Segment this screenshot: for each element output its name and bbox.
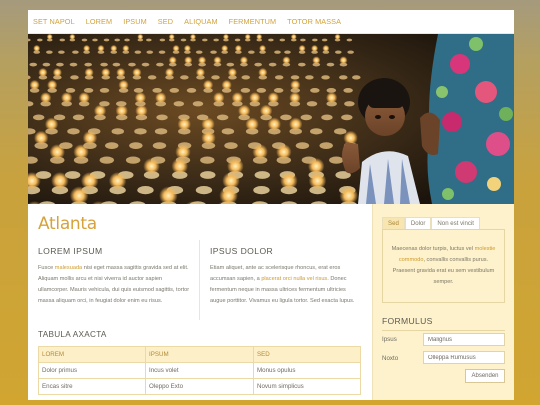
nav-item-ipsum[interactable]: IPSUM (123, 17, 147, 26)
column-text: Fusce malesuada nisi eget massa sagittis… (38, 265, 190, 304)
woman-figure (420, 34, 514, 204)
table-row: Dolor primus Incus volet Monus opulus (38, 362, 361, 379)
nav-item-aliquam[interactable]: ALIQUAM (184, 17, 218, 26)
table-cell: Encas sitre (38, 378, 146, 395)
highlight-link[interactable]: malesuada (55, 265, 82, 271)
hero-image (28, 34, 514, 204)
sidebar: Sed Dolor Non est vincit Maecenas dolor … (372, 204, 514, 400)
column-text: Etiam aliquet, ante ac scelerisque rhonc… (210, 265, 355, 304)
main-content: Atlanta LOREM IPSUM Fusce malesuada nisi… (28, 204, 372, 400)
page-frame: SET NAPOL LOREM IPSUM SED ALIQUAM FERMEN… (28, 10, 514, 400)
tab-panel: Maecenas dolor turpis, luctus vel molest… (382, 229, 505, 303)
form-title: FORMULUS (382, 316, 433, 326)
table-cell: Oleppo Exto (145, 378, 254, 395)
nav-item-lorem[interactable]: LOREM (86, 17, 112, 26)
column-ipsus-dolor: IPSUS DOLOR Etiam aliquet, ante ac scele… (210, 246, 362, 307)
tab-non-est-vincit[interactable]: Non est vincit (431, 217, 480, 229)
column-heading: IPSUS DOLOR (210, 246, 274, 256)
table-header: IPSUM (145, 346, 254, 363)
page-title: Atlanta (38, 214, 97, 234)
nav-item-set-napol[interactable]: SET NAPOL (33, 17, 75, 26)
ipsus-label: Ipsus (382, 336, 397, 343)
noxto-input[interactable] (423, 351, 505, 364)
table-header: SED (253, 346, 361, 363)
table-cell: Incus volet (145, 362, 254, 379)
table-row: Encas sitre Oleppo Exto Novum simplicus (38, 378, 361, 395)
noxto-label: Noxto (382, 355, 399, 362)
sidebar-tabs: Sed Dolor Non est vincit (382, 217, 480, 229)
tab-sed[interactable]: Sed (382, 217, 405, 229)
ipsus-input[interactable] (423, 333, 505, 346)
tab-dolor[interactable]: Dolor (404, 217, 432, 229)
submit-button[interactable]: Absenden (465, 369, 505, 383)
top-nav: SET NAPOL LOREM IPSUM SED ALIQUAM FERMEN… (28, 10, 514, 34)
table-cell: Monus opulus (253, 362, 361, 379)
form-divider (382, 330, 505, 331)
table-cell: Dolor primus (38, 362, 146, 379)
hero-photo-icon (28, 34, 514, 204)
column-heading: LOREM IPSUM (38, 246, 103, 256)
highlight-link[interactable]: placerat orci nulla vel risus (261, 276, 327, 282)
column-divider (199, 240, 200, 320)
data-table: LOREM IPSUM SED Dolor primus Incus volet… (38, 346, 361, 395)
nav-item-totor-massa[interactable]: TOTOR MASSA (287, 17, 341, 26)
table-header-row: LOREM IPSUM SED (38, 346, 361, 363)
nav-item-sed[interactable]: SED (158, 17, 173, 26)
table-cell: Novum simplicus (253, 378, 361, 395)
column-lorem-ipsum: LOREM IPSUM Fusce malesuada nisi eget ma… (38, 246, 190, 307)
table-title: TABULA AXACTA (38, 330, 107, 339)
nav-item-fermentum[interactable]: FERMENTUM (229, 17, 277, 26)
table-header: LOREM (38, 346, 146, 363)
